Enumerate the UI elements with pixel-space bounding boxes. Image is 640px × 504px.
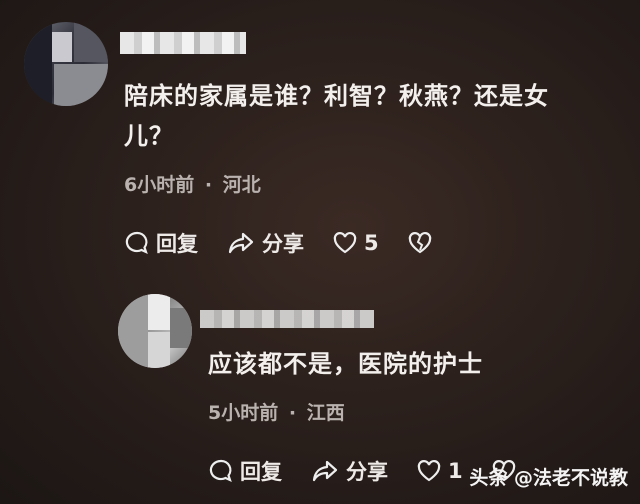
heart-icon [417, 460, 441, 482]
commenter-name-blurred[interactable] [120, 32, 246, 54]
comment-time: 6小时前 [124, 174, 195, 196]
like-button[interactable]: 1 [416, 459, 463, 483]
reply-icon [209, 459, 232, 483]
share-label: 分享 [346, 460, 388, 484]
replier-name-blurred[interactable] [200, 310, 374, 328]
reply-button[interactable]: 回复 [208, 456, 282, 486]
share-icon [312, 460, 338, 482]
reply-text: 应该都不是，医院的护士 [208, 350, 483, 378]
share-label: 分享 [262, 232, 304, 256]
heart-icon [333, 232, 357, 254]
reply-location: 江西 [306, 402, 345, 424]
replier-avatar[interactable] [118, 294, 192, 368]
reply-label: 回复 [240, 460, 282, 484]
reply-icon [125, 231, 148, 255]
reply-time: 5小时前 [208, 402, 279, 424]
comment-actions: 回复 分享 5 [124, 228, 467, 258]
like-count: 1 [448, 459, 463, 483]
meta-separator: · [288, 402, 297, 424]
share-button[interactable]: 分享 [310, 456, 388, 486]
comment-meta: 6小时前 · 河北 [124, 170, 261, 197]
like-button[interactable]: 5 [332, 231, 379, 255]
like-count: 5 [364, 231, 379, 255]
dislike-button[interactable] [407, 231, 439, 255]
watermark: 头条 @法老不说教 [469, 467, 628, 489]
reply-button[interactable]: 回复 [124, 228, 198, 258]
broken-heart-icon [408, 232, 431, 254]
reply-meta: 5小时前 · 江西 [208, 398, 345, 425]
commenter-avatar[interactable] [24, 22, 108, 106]
reply-label: 回复 [156, 232, 198, 256]
share-button[interactable]: 分享 [226, 228, 304, 258]
meta-separator: · [204, 174, 213, 196]
comment-location: 河北 [222, 174, 261, 196]
comment-text-line1: 陪床的家属是谁？利智？秋燕？还是女 [124, 82, 549, 110]
comment-text-line2: 儿？ [124, 122, 174, 150]
share-icon [228, 232, 254, 254]
